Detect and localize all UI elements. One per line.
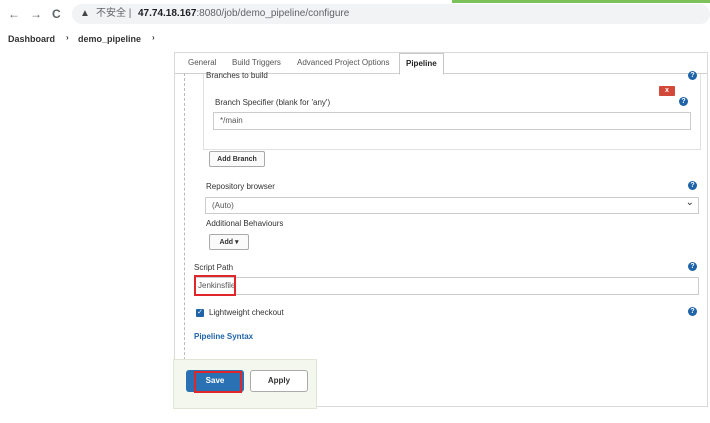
tab-advanced-project-options[interactable]: Advanced Project Options [297, 58, 390, 67]
browser-toolbar: ← → C ▲ 不安全 | 47.74.18.167:8080/job/demo… [0, 0, 710, 28]
url-path: :8080/job/demo_pipeline/configure [196, 8, 350, 19]
back-icon[interactable]: ← [8, 7, 20, 21]
breadcrumb: Dashboard › demo_pipeline › [0, 28, 710, 50]
url-host: 47.74.18.167 [138, 8, 197, 19]
repository-browser-select[interactable]: (Auto) ⌄ [205, 197, 699, 214]
branch-specifier-input[interactable]: */main [213, 112, 691, 130]
apply-button[interactable]: Apply [250, 370, 308, 392]
help-icon[interactable]: ? [688, 181, 697, 190]
breadcrumb-dashboard[interactable]: Dashboard [8, 34, 55, 44]
tab-general[interactable]: General [188, 58, 216, 67]
branch-specifier-label: Branch Specifier (blank for 'any') [215, 98, 331, 107]
script-path-input[interactable]: Jenkinsfile [194, 277, 699, 295]
help-icon[interactable]: ? [688, 262, 697, 271]
breadcrumb-separator[interactable]: › [152, 33, 155, 42]
section-divider [184, 73, 185, 395]
help-icon[interactable]: ? [679, 97, 688, 106]
add-branch-button[interactable]: Add Branch [209, 151, 265, 167]
script-path-highlight [194, 275, 236, 296]
security-label: 不安全 | [96, 8, 132, 19]
chevron-down-icon: ⌄ [685, 197, 694, 208]
help-icon[interactable]: ? [688, 71, 697, 80]
breadcrumb-separator[interactable]: › [66, 33, 69, 42]
additional-behaviours-label: Additional Behaviours [206, 219, 284, 228]
save-highlight [194, 371, 242, 393]
address-bar[interactable]: ▲ 不安全 | 47.74.18.167:8080/job/demo_pipel… [72, 4, 710, 24]
lightweight-checkout-label: Lightweight checkout [209, 308, 284, 317]
tab-pipeline[interactable]: Pipeline [399, 53, 444, 75]
url-text[interactable]: 47.74.18.167:8080/job/demo_pipeline/conf… [138, 4, 349, 24]
branches-to-build-label: Branches to build [206, 71, 268, 80]
tab-accent-bar [452, 0, 710, 3]
forward-icon[interactable]: → [30, 7, 42, 21]
remove-branch-button[interactable]: x [659, 86, 675, 96]
reload-icon[interactable]: C [52, 7, 61, 21]
help-icon[interactable]: ? [688, 307, 697, 316]
repository-browser-label: Repository browser [206, 182, 275, 191]
config-panel: General Build Triggers Advanced Project … [174, 52, 708, 407]
lightweight-checkout-checkbox[interactable]: ✓ [196, 309, 204, 317]
warning-icon: ▲ [80, 8, 90, 19]
script-path-label: Script Path [194, 263, 234, 272]
breadcrumb-demo-pipeline[interactable]: demo_pipeline [78, 34, 141, 44]
pipeline-syntax-link[interactable]: Pipeline Syntax [194, 332, 253, 341]
add-behaviour-button[interactable]: Add ▾ [209, 234, 249, 250]
tab-build-triggers[interactable]: Build Triggers [232, 58, 281, 67]
repository-browser-value: (Auto) [212, 201, 234, 210]
